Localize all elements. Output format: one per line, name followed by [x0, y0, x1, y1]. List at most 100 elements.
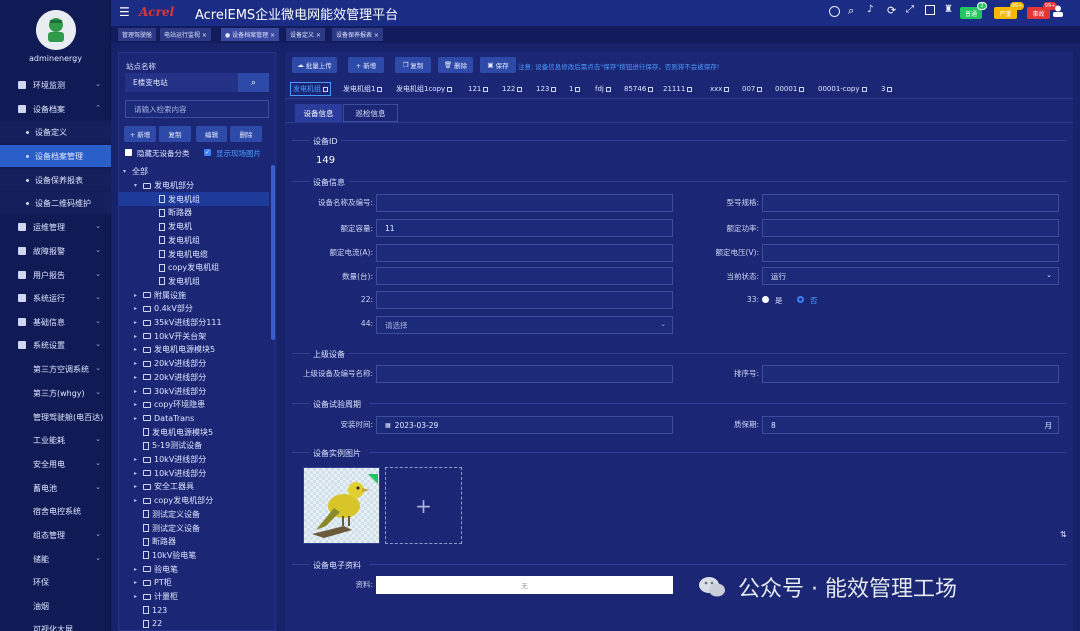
tree-node[interactable]: ▸ 0.4kV部分: [119, 302, 269, 316]
device-tab[interactable]: 3: [881, 82, 893, 96]
tree-node[interactable]: ▸ 10kV开关台架: [119, 329, 269, 343]
tree-node[interactable]: 测试定义设备: [119, 521, 269, 535]
current-input[interactable]: [376, 244, 673, 262]
device-tab[interactable]: 1: [569, 82, 581, 96]
tree-node[interactable]: ▸ 安全工器具: [119, 480, 269, 494]
tree-edit-button[interactable]: 编辑: [196, 126, 227, 142]
tree-node[interactable]: ▸ copy发电机部分: [119, 494, 269, 508]
tree-node[interactable]: ▸ 验电笔: [119, 562, 269, 576]
name-input[interactable]: [376, 194, 673, 212]
edit-icon[interactable]: [447, 86, 453, 92]
device-tab[interactable]: 123: [536, 82, 557, 96]
edit-icon[interactable]: [757, 86, 763, 92]
tree-node[interactable]: ▸ 10kV进线部分: [119, 453, 269, 467]
sidebar-item-0[interactable]: 环境监测 ⌄: [0, 74, 111, 96]
sidebar-item-18[interactable]: 宿舍电控系统: [0, 500, 111, 522]
edit-icon[interactable]: [517, 86, 523, 92]
device-tab[interactable]: 00001: [775, 82, 805, 96]
alarm-serious-badge[interactable]: 严重 99+: [994, 2, 1024, 19]
device-tab[interactable]: 007: [742, 82, 763, 96]
sidebar-item-22[interactable]: 油烟: [0, 595, 111, 617]
status-select[interactable]: 运行 ⌄: [762, 267, 1059, 285]
sidebar-item-19[interactable]: 组态管理 ⌄: [0, 524, 111, 546]
device-tab[interactable]: 发电机组1copy: [396, 82, 453, 96]
edit-icon[interactable]: [724, 86, 730, 92]
docs-field[interactable]: 无: [376, 576, 673, 594]
hide-empty-checkbox[interactable]: [125, 149, 132, 156]
sidebar-item-11[interactable]: 系统设置 ⌄: [0, 334, 111, 356]
tree-delete-button[interactable]: 删除: [230, 126, 262, 142]
device-tab[interactable]: 121: [468, 82, 489, 96]
tab-station-monitor[interactable]: 电站运行监视 ×: [160, 28, 211, 41]
tree-node[interactable]: 5-19测试设备: [119, 439, 269, 453]
tab-device-archive[interactable]: ● 设备档案管理 ×: [221, 28, 280, 41]
tree-node[interactable]: ▸ 20kV进线部分: [119, 371, 269, 385]
refresh-icon[interactable]: ⟳: [887, 4, 896, 17]
sidebar-item-2[interactable]: 设备定义: [0, 121, 111, 143]
tree-node[interactable]: 10kV验电笔: [119, 549, 269, 563]
device-tab[interactable]: fdj: [595, 82, 611, 96]
edit-icon[interactable]: [551, 86, 557, 92]
tree-node[interactable]: ▸ 30kV进线部分: [119, 384, 269, 398]
tree-node[interactable]: 123: [119, 603, 269, 617]
tree-node[interactable]: ▸ 20kV进线部分: [119, 357, 269, 371]
sidebar-item-13[interactable]: 第三方(whgy) ⌄: [0, 382, 111, 404]
device-tab[interactable]: 122: [502, 82, 523, 96]
edit-icon[interactable]: [799, 86, 805, 92]
sound-icon[interactable]: ♪: [867, 4, 873, 15]
sidebar-item-16[interactable]: 安全用电 ⌄: [0, 453, 111, 475]
help-icon[interactable]: [829, 6, 840, 17]
edit-icon[interactable]: [861, 86, 867, 92]
tree-node[interactable]: ▸ PT柜: [119, 576, 269, 590]
edit-icon[interactable]: [377, 86, 383, 92]
image-icon[interactable]: [925, 5, 935, 15]
search-icon[interactable]: ⌕: [848, 4, 854, 18]
alarm-normal-badge[interactable]: 普通 2: [960, 2, 987, 19]
tree-node[interactable]: ▸ 35kV进线部分111: [119, 316, 269, 330]
tree-node[interactable]: 发电机组: [119, 275, 269, 289]
tree-node[interactable]: ▸ 附属设施: [119, 288, 269, 302]
tree-node[interactable]: 发电机组: [119, 234, 269, 248]
parent-input[interactable]: [376, 365, 673, 383]
sidebar-item-6[interactable]: 运维管理 ⌄: [0, 216, 111, 238]
radio-no[interactable]: [797, 296, 804, 303]
device-tab[interactable]: 85746: [624, 82, 654, 96]
avatar[interactable]: [36, 10, 76, 50]
sort-input[interactable]: [762, 365, 1059, 383]
device-tab[interactable]: 21111: [663, 82, 693, 96]
edit-icon[interactable]: [605, 86, 611, 92]
tree-node[interactable]: ▾ 全部: [119, 165, 269, 179]
warranty-input[interactable]: 8月: [762, 416, 1059, 434]
sidebar-item-15[interactable]: 工业能耗 ⌄: [0, 429, 111, 451]
field-44-select[interactable]: 请选择 ⌄: [376, 316, 673, 334]
sidebar-item-4[interactable]: 设备保养报表: [0, 169, 111, 191]
tree-node[interactable]: ▾ 发电机部分: [119, 179, 269, 193]
device-photo-thumbnail[interactable]: [303, 467, 380, 544]
tree-node[interactable]: 发电机: [119, 220, 269, 234]
menu-toggle-icon[interactable]: ☰: [119, 5, 130, 19]
quantity-input[interactable]: [376, 267, 673, 285]
tree-node[interactable]: ▸ 计量柜: [119, 590, 269, 604]
edit-icon[interactable]: [483, 86, 489, 92]
upload-photo-button[interactable]: +: [385, 467, 462, 544]
sidebar-item-14[interactable]: 管理驾驶舱(电百达) ⌄: [0, 406, 111, 428]
sort-icon[interactable]: ⇅: [1060, 530, 1067, 539]
tree-node[interactable]: 发电机组: [119, 192, 269, 207]
device-tab[interactable]: 发电机组1: [343, 82, 383, 96]
tree-copy-button[interactable]: 复制: [159, 126, 191, 142]
tree-node[interactable]: 断路器: [119, 206, 269, 220]
tree-add-button[interactable]: + 新增: [124, 126, 156, 142]
tree-node[interactable]: 断路器: [119, 535, 269, 549]
model-input[interactable]: [762, 194, 1059, 212]
subtab-inspection[interactable]: 巡检信息: [343, 104, 398, 122]
sidebar-item-9[interactable]: 系统运行 ⌄: [0, 287, 111, 309]
station-select[interactable]: E楼变电站: [125, 73, 238, 92]
device-tab[interactable]: xxx: [710, 82, 730, 96]
tree-node[interactable]: ▸ DataTrans: [119, 412, 269, 426]
tree-scrollbar[interactable]: [271, 165, 275, 340]
sidebar-item-1[interactable]: 设备档案 ⌃: [0, 98, 111, 120]
tree-node[interactable]: 发电机电缆: [119, 247, 269, 261]
sidebar-item-7[interactable]: 故障报警 ⌄: [0, 240, 111, 262]
sidebar-item-17[interactable]: 蓄电池 ⌄: [0, 477, 111, 499]
device-tab[interactable]: 发电机组: [290, 82, 331, 96]
